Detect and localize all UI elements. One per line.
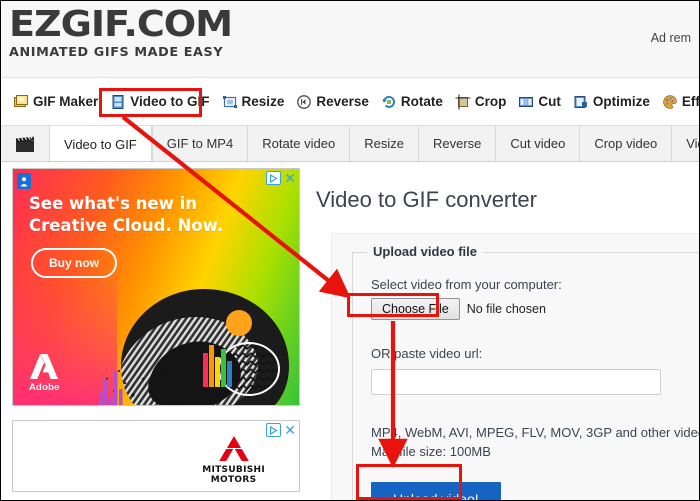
resize-icon	[222, 94, 238, 110]
tab-reverse[interactable]: Reverse	[417, 126, 496, 161]
toolbar-label: GIF Maker	[33, 94, 99, 109]
toolbar-item-gif-maker[interactable]: GIF Maker	[7, 90, 104, 114]
crop-icon	[455, 94, 471, 110]
toolbar-item-resize[interactable]: Resize	[216, 90, 291, 114]
gif-maker-icon	[13, 94, 29, 110]
tab-label: GIF to MP4	[166, 136, 234, 151]
upload-video-button[interactable]: Upload video!	[371, 482, 501, 500]
main-toolbar: GIF Maker Video to GIF Resize Reverse Ro	[1, 78, 699, 126]
mitsubishi-logo: MITSUBISHI MOTORS	[202, 435, 265, 485]
adobe-a-icon	[30, 354, 59, 379]
video-to-gif-icon	[110, 94, 126, 110]
toolbar-label: Rotate	[400, 94, 443, 109]
toolbar-label: Video to GIF	[130, 94, 210, 109]
tab-label: Video to GIF	[64, 136, 137, 152]
formats-line-2: Max file size: 100MB	[371, 444, 491, 459]
url-label: OR paste video url:	[371, 346, 483, 361]
ad-artwork	[99, 289, 289, 405]
select-video-label: Select video from your computer:	[371, 277, 562, 292]
effects-icon	[662, 94, 678, 110]
tab-label: Resize	[364, 136, 404, 151]
tab-resize[interactable]: Resize	[349, 126, 418, 161]
toolbar-item-optimize[interactable]: Optimize	[567, 90, 656, 114]
tab-gif-to-mp4[interactable]: GIF to MP4	[151, 126, 248, 161]
tab-video-to-gif[interactable]: Video to GIF	[49, 126, 152, 161]
ad-headline: See what's new in Creative Cloud. Now.	[29, 193, 223, 237]
mitsubishi-wordmark-1: MITSUBISHI	[202, 465, 265, 475]
ad-headline-line2: Creative Cloud. Now.	[29, 216, 224, 235]
page-title: Video to GIF converter	[316, 187, 537, 212]
optimize-icon	[573, 94, 589, 110]
tab-video-speed[interactable]: Video spe	[671, 126, 699, 161]
close-icon[interactable]: ✕	[284, 171, 296, 185]
url-input-row: OR paste video url:	[371, 346, 699, 395]
fieldset-legend: Upload video file	[367, 244, 484, 259]
toolbar-item-cut[interactable]: Cut	[512, 90, 567, 114]
toolbar-label: Resize	[241, 94, 285, 109]
main-content: Video to GIF converter Upload video file…	[311, 162, 699, 500]
ad-headline-line1: See what's new in	[29, 194, 197, 213]
adchoices-icon[interactable]	[266, 171, 282, 185]
video-url-input[interactable]	[371, 369, 661, 395]
tab-label: Rotate video	[262, 136, 336, 151]
site-logo[interactable]: EZGIF.COM ANIMATED GIFS MADE EASY	[9, 6, 233, 59]
tab-label: Video spe	[686, 136, 699, 151]
section-tabbar: Video to GIF GIF to MP4 Rotate video Res…	[1, 126, 699, 162]
toolbar-item-effects[interactable]: Effects	[656, 90, 699, 114]
adobe-wordmark: Adobe	[29, 382, 60, 393]
ad-removal-link[interactable]: Ad rem	[651, 31, 691, 45]
close-icon[interactable]: ✕	[284, 423, 296, 437]
logo-tagline: ANIMATED GIFS MADE EASY	[9, 44, 224, 59]
toolbar-label: Effects	[681, 94, 699, 109]
logo-title: EZGIF.COM	[9, 4, 233, 45]
tab-crop-video[interactable]: Crop video	[579, 126, 672, 161]
ad-banner-mitsubishi[interactable]: ✕ MITSUBISHI MOTORS	[12, 420, 300, 492]
toolbar-item-crop[interactable]: Crop	[449, 90, 513, 114]
supported-formats-text: MP4, WebM, AVI, MPEG, FLV, MOV, 3GP and …	[371, 423, 700, 461]
tab-rotate-video[interactable]: Rotate video	[247, 126, 350, 161]
formats-line-1: MP4, WebM, AVI, MPEG, FLV, MOV, 3GP and …	[371, 425, 700, 440]
toolbar-label: Optimize	[592, 94, 650, 109]
adobe-logo: Adobe	[29, 353, 60, 393]
toolbar-label: Reverse	[316, 94, 369, 109]
toolbar-item-video-to-gif[interactable]: Video to GIF	[104, 90, 215, 114]
tab-label: Cut video	[510, 136, 566, 151]
cut-icon	[518, 94, 534, 110]
upload-panel: Upload video file Select video from your…	[331, 233, 699, 500]
ad-buy-now-button[interactable]: Buy now	[31, 248, 117, 278]
ad-banner-adobe[interactable]: ✕ See what's new in Creative Cloud. Now.…	[12, 168, 300, 406]
choose-file-button[interactable]: Choose File	[371, 298, 460, 320]
mitsubishi-diamond-icon	[218, 436, 249, 461]
mitsubishi-wordmark-2: MOTORS	[210, 475, 257, 485]
site-header: EZGIF.COM ANIMATED GIFS MADE EASY Ad rem	[1, 1, 699, 78]
file-input-row: Choose File No file chosen	[371, 298, 699, 320]
toolbar-label: Crop	[474, 94, 507, 109]
ad-decor-dot	[226, 310, 252, 336]
toolbar-label: Cut	[538, 94, 561, 109]
no-file-chosen-text: No file chosen	[466, 302, 546, 316]
browser-screenshot: EZGIF.COM ANIMATED GIFS MADE EASY Ad rem…	[0, 0, 700, 501]
tab-label: Reverse	[432, 136, 482, 151]
adchoices-icon[interactable]	[266, 423, 282, 437]
rotate-icon	[381, 94, 397, 110]
toolbar-item-rotate[interactable]: Rotate	[375, 90, 449, 114]
tab-cut-video[interactable]: Cut video	[495, 126, 580, 161]
toolbar-item-reverse[interactable]: Reverse	[290, 90, 375, 114]
film-clapper-icon	[1, 126, 49, 161]
upload-fieldset: Upload video file Select video from your…	[352, 244, 700, 500]
reverse-icon	[296, 94, 312, 110]
tab-label: Crop video	[594, 136, 658, 151]
